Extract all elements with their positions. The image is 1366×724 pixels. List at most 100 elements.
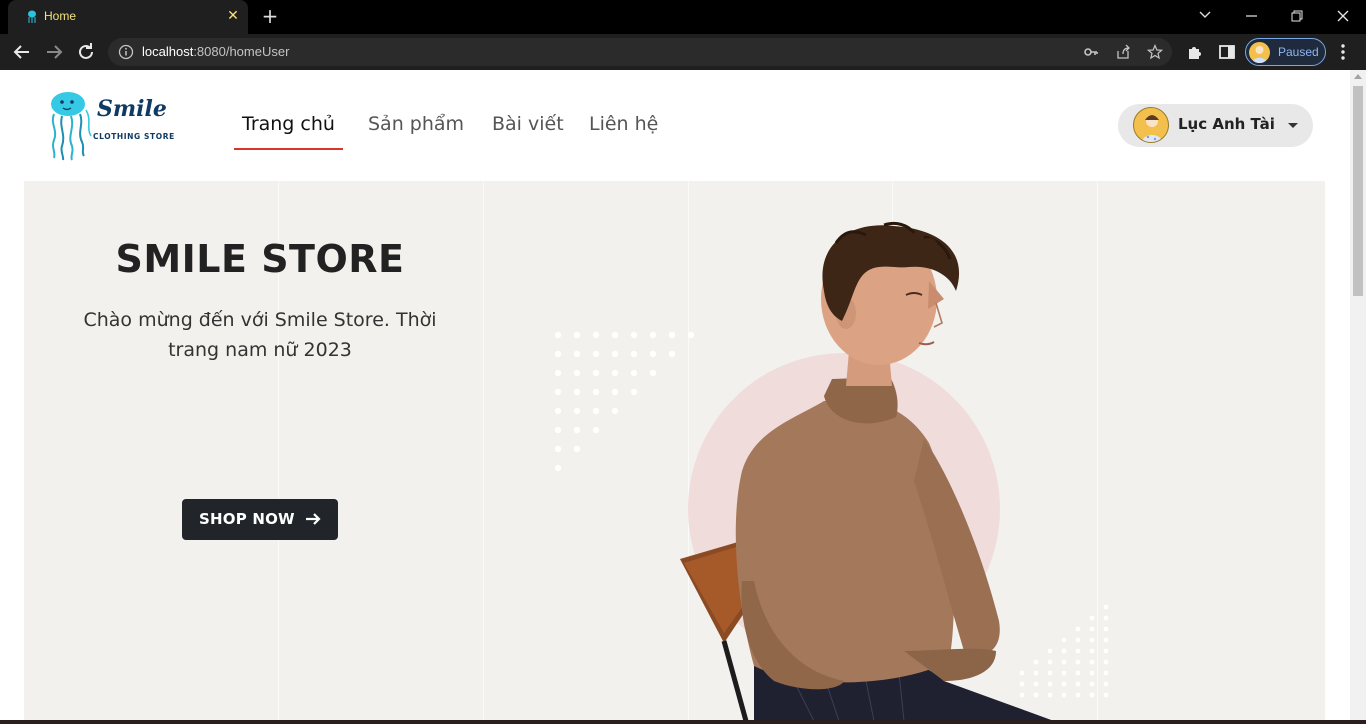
dot-decoration bbox=[687, 331, 695, 339]
logo-tagline: CLOTHING STORE bbox=[93, 132, 175, 141]
profile-avatar bbox=[1249, 42, 1270, 63]
dot-decoration bbox=[649, 350, 657, 358]
star-icon[interactable] bbox=[1147, 44, 1163, 60]
nav-item-blog[interactable]: Bài viết bbox=[492, 108, 564, 150]
hero-title: SMILE STORE bbox=[115, 237, 405, 281]
dot-decoration bbox=[668, 331, 676, 339]
dot-decoration bbox=[611, 369, 619, 377]
new-tab-button[interactable]: + bbox=[258, 5, 282, 29]
user-avatar bbox=[1133, 107, 1169, 143]
dot-decoration bbox=[1089, 670, 1095, 676]
dot-decoration bbox=[611, 407, 619, 415]
dot-decoration bbox=[1075, 648, 1081, 654]
dot-decoration bbox=[1033, 670, 1039, 676]
browser-tab-strip: Home ✕ + bbox=[0, 0, 1366, 34]
nav-item-contact[interactable]: Liên hệ bbox=[589, 108, 658, 150]
restore-button[interactable] bbox=[1274, 0, 1320, 32]
dot-decoration bbox=[573, 407, 581, 415]
shop-now-button[interactable]: SHOP NOW bbox=[182, 499, 338, 540]
dot-decoration bbox=[554, 407, 562, 415]
dot-decoration bbox=[1047, 648, 1053, 654]
dot-decoration bbox=[573, 350, 581, 358]
dot-decoration bbox=[554, 445, 562, 453]
dot-decoration bbox=[592, 331, 600, 339]
minimize-button[interactable] bbox=[1228, 0, 1274, 32]
dot-decoration bbox=[611, 388, 619, 396]
dot-decoration bbox=[630, 369, 638, 377]
dot-decoration bbox=[1103, 692, 1109, 698]
dot-decoration bbox=[1103, 670, 1109, 676]
dot-decoration bbox=[611, 331, 619, 339]
shop-now-label: SHOP NOW bbox=[199, 510, 295, 528]
bottom-edge bbox=[0, 720, 1366, 724]
dot-decoration bbox=[1103, 604, 1109, 610]
dot-decoration bbox=[554, 426, 562, 434]
dot-decoration bbox=[573, 445, 581, 453]
forward-icon[interactable] bbox=[41, 39, 67, 65]
dot-decoration bbox=[1061, 670, 1067, 676]
dot-decoration bbox=[630, 388, 638, 396]
extensions-icon[interactable] bbox=[1186, 43, 1204, 61]
browser-tab[interactable]: Home ✕ bbox=[8, 0, 248, 34]
nav-item-home[interactable]: Trang chủ bbox=[234, 108, 343, 150]
dot-decoration bbox=[1047, 659, 1053, 665]
dot-decoration bbox=[554, 464, 562, 472]
dot-decoration bbox=[592, 388, 600, 396]
dot-decoration bbox=[1033, 692, 1039, 698]
dot-decoration bbox=[630, 350, 638, 358]
dot-decoration bbox=[1089, 626, 1095, 632]
user-menu-button[interactable]: Lục Anh Tài bbox=[1118, 104, 1313, 147]
dot-decoration bbox=[1075, 670, 1081, 676]
site-logo[interactable]: Smile CLOTHING STORE bbox=[46, 90, 176, 162]
dot-decoration bbox=[668, 350, 676, 358]
dot-decoration bbox=[1103, 659, 1109, 665]
caret-down-icon bbox=[1288, 123, 1298, 128]
scroll-up-arrow-icon[interactable] bbox=[1354, 74, 1362, 79]
dot-decoration bbox=[554, 350, 562, 358]
dot-decoration bbox=[1047, 692, 1053, 698]
dot-decoration bbox=[1089, 648, 1095, 654]
user-name: Lục Anh Tài bbox=[1178, 115, 1275, 133]
dot-decoration bbox=[1075, 659, 1081, 665]
profile-button[interactable]: Paused bbox=[1245, 38, 1326, 66]
dot-decoration bbox=[1103, 648, 1109, 654]
dot-decoration bbox=[573, 426, 581, 434]
dot-pattern-decoration bbox=[554, 331, 695, 472]
more-icon[interactable] bbox=[1336, 42, 1350, 62]
dot-decoration bbox=[611, 350, 619, 358]
jellyfish-favicon-icon bbox=[28, 10, 36, 23]
tab-search-chevron-icon[interactable] bbox=[1182, 0, 1228, 32]
dot-decoration bbox=[592, 369, 600, 377]
dot-decoration bbox=[1019, 670, 1025, 676]
dot-decoration bbox=[1061, 692, 1067, 698]
hero-subtitle: Chào mừng đến với Smile Store. Thời tran… bbox=[83, 309, 437, 361]
dot-decoration bbox=[573, 331, 581, 339]
dot-decoration bbox=[1089, 615, 1095, 621]
dot-decoration bbox=[592, 407, 600, 415]
dot-decoration bbox=[1075, 637, 1081, 643]
url-path: :8080/homeUser bbox=[193, 44, 290, 59]
page-scrollbar[interactable] bbox=[1350, 70, 1366, 720]
info-icon[interactable] bbox=[118, 44, 134, 60]
dot-decoration bbox=[1061, 648, 1067, 654]
tab-close-icon[interactable]: ✕ bbox=[224, 7, 242, 25]
dot-decoration bbox=[573, 369, 581, 377]
dot-decoration bbox=[1103, 615, 1109, 621]
address-bar[interactable]: localhost:8080/homeUser bbox=[108, 38, 1172, 66]
nav-item-products[interactable]: Sản phẩm bbox=[368, 108, 464, 150]
reload-icon[interactable] bbox=[73, 39, 99, 65]
site-header: Smile CLOTHING STORE Trang chủ Sản phẩm … bbox=[0, 70, 1350, 180]
close-window-button[interactable] bbox=[1320, 0, 1366, 32]
dot-decoration bbox=[1075, 692, 1081, 698]
key-icon[interactable] bbox=[1083, 44, 1099, 60]
dot-pattern-decoration bbox=[1019, 604, 1109, 698]
dot-decoration bbox=[1103, 681, 1109, 687]
dot-decoration bbox=[1061, 659, 1067, 665]
scrollbar-thumb[interactable] bbox=[1353, 86, 1363, 296]
side-panel-icon[interactable] bbox=[1218, 43, 1236, 61]
dot-decoration bbox=[1047, 670, 1053, 676]
dot-decoration bbox=[1103, 626, 1109, 632]
share-icon[interactable] bbox=[1115, 44, 1131, 60]
page-viewport: Smile CLOTHING STORE Trang chủ Sản phẩm … bbox=[0, 70, 1350, 720]
back-icon[interactable] bbox=[9, 39, 35, 65]
